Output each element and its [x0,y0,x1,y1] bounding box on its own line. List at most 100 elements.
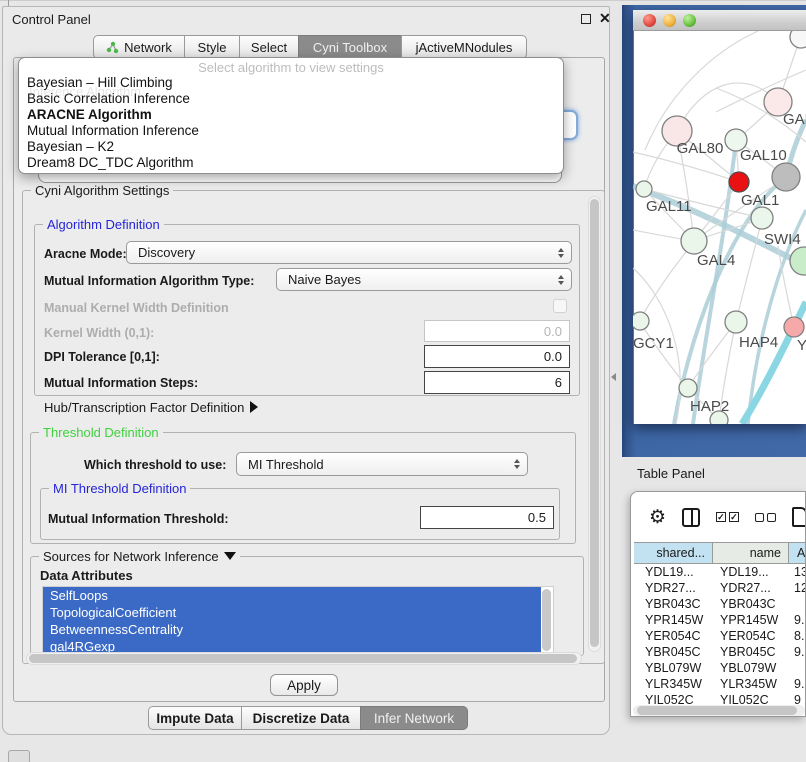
table-cell: YPR145W [634,612,713,628]
table-row[interactable]: YBR043CYBR043C [634,596,806,612]
table-row[interactable]: YBR045CYBR045C9. [634,644,806,660]
data-attributes-list[interactable]: SelfLoopsTopologicalCoefficientBetweenne… [42,586,554,654]
mi-steps-field[interactable]: 6 [424,371,570,394]
mi-type-select[interactable]: Naive Bayes [276,268,572,291]
table-cell: YBL079W [634,660,713,676]
mi-threshold-field[interactable]: 0.5 [420,506,554,529]
algorithm-definition-title: Algorithm Definition [43,217,164,232]
apply-button[interactable]: Apply [270,674,338,696]
tab-label: jActiveMNodules [416,40,513,55]
table-row[interactable]: YBL079WYBL079W [634,660,806,676]
network-node-GAL1[interactable] [751,207,773,229]
dpi-tolerance-label: DPI Tolerance [0,1]: [44,350,160,364]
tab-network[interactable]: Network [93,35,185,59]
table-row[interactable]: YDL19...YDL19...13 [634,564,806,580]
stepper-arrows-icon [558,248,564,258]
tab-label: Discretize Data [253,711,350,726]
apply-label: Apply [287,678,321,693]
table-row[interactable]: YIL052CYIL052C9 [634,692,806,704]
document-icon[interactable] [792,507,806,527]
table-cell: YER054C [634,628,713,644]
algorithm-option[interactable]: ARACNE Algorithm [19,107,563,123]
repaint-ghost-text: Inference Algorithm [29,84,141,99]
mac-minimize-button[interactable] [663,14,676,27]
column-header-shared-name[interactable]: shared... [634,543,713,563]
checked-boxes-icon[interactable]: ✓✓ [716,512,739,522]
node-label: GCY1 [633,335,674,352]
tab-label: Impute Data [156,711,233,726]
mac-close-button[interactable] [643,14,656,27]
kernel-width-field[interactable]: 0.0 [424,320,570,342]
aracne-mode-select[interactable]: Discovery [126,241,572,264]
hub-definition-header[interactable]: Hub/Transcription Factor Definition [44,400,258,415]
table-cell: 9. [789,612,806,628]
settings-vertical-scrollbar[interactable] [588,196,601,652]
table-panel-window: ⚙ ✓✓ shared... name A YDL19...YDL19...13… [630,491,806,717]
settings-horizontal-scrollbar[interactable] [26,652,582,665]
column-header-partial[interactable]: A [789,543,806,563]
hub-definition-label: Hub/Transcription Factor Definition [44,400,244,415]
table-row[interactable]: YDR27...YDR27...12 [634,580,806,596]
table-cell: 12 [789,580,806,596]
attribute-item[interactable]: SelfLoops [43,587,541,604]
columns-icon[interactable] [682,508,700,527]
network-edge [716,70,806,112]
network-node[interactable] [772,163,800,191]
table-row[interactable]: YER054CYER054C8. [634,628,806,644]
tab-cyni-toolbox[interactable]: Cyni Toolbox [298,35,402,59]
node-label: Y [797,337,806,354]
manual-kernel-checkbox[interactable] [553,299,567,313]
network-node-HAP2[interactable] [679,379,697,397]
table-horizontal-scrollbar[interactable] [633,705,805,716]
network-node[interactable] [790,31,806,48]
mac-zoom-button[interactable] [683,14,696,27]
algorithm-option[interactable]: Bayesian – K2 [19,139,563,155]
algorithm-option[interactable]: Dream8 DC_TDC Algorithm [19,155,563,171]
data-attributes-label: Data Attributes [40,568,133,583]
which-threshold-select[interactable]: MI Threshold [236,452,528,476]
horizontal-scrollbar-thumb[interactable] [29,654,577,663]
gear-icon[interactable]: ⚙ [649,506,666,529]
network-node-HAP4[interactable] [725,311,747,333]
table-row[interactable]: YLR345WYLR345W9. [634,676,806,692]
aracne-mode-value: Discovery [127,245,195,260]
tab-style[interactable]: Style [184,35,240,59]
tab-jactivemnodules[interactable]: jActiveMNodules [401,35,527,59]
tab-infer-network[interactable]: Infer Network [360,706,468,730]
kernel-width-label: Kernel Width (0,1): [44,326,154,340]
table-scrollbar-thumb[interactable] [637,706,797,715]
panel-divider-handle[interactable] [611,373,616,381]
close-icon[interactable]: ✕ [599,10,611,27]
network-node-SWI4[interactable] [790,247,806,275]
list-scrollbar-thumb[interactable] [542,589,551,651]
vertical-scrollbar-thumb[interactable] [590,199,599,647]
sources-group-header[interactable]: Sources for Network Inference [39,549,240,564]
tab-impute-data[interactable]: Impute Data [148,706,242,730]
float-window-icon[interactable] [581,14,591,24]
mi-steps-label: Mutual Information Steps: [44,376,198,390]
table-cell: 9. [789,644,806,660]
attribute-item[interactable]: BetweennessCentrality [43,621,541,638]
network-node-Y[interactable] [784,317,804,337]
column-header-name[interactable]: name [713,543,789,563]
node-label: GAL10 [740,147,787,164]
attribute-item[interactable]: TopologicalCoefficient [43,604,541,621]
screen: Control Panel ✕ Network Style Select Cyn… [0,0,806,762]
bottom-left-button[interactable] [8,750,30,762]
table-row[interactable]: YPR145WYPR145W9. [634,612,806,628]
network-window-titlebar[interactable] [633,10,806,31]
network-node-GCY1[interactable] [633,312,649,330]
mi-threshold-group-title: MI Threshold Definition [49,481,190,496]
tab-discretize-data[interactable]: Discretize Data [241,706,361,730]
network-node[interactable] [710,411,728,424]
dpi-tolerance-field[interactable]: 0.0 [424,345,570,368]
network-canvas[interactable]: GALGAL80GAL10GAL11GAL1SWI4GAL4GCY1HAP4YH… [633,31,806,424]
node-label: HAP4 [739,334,778,351]
threshold-definition-title: Threshold Definition [39,425,163,440]
tab-select[interactable]: Select [239,35,299,59]
network-node[interactable] [729,172,749,192]
network-node-GAL4[interactable] [681,228,707,254]
unchecked-boxes-icon[interactable] [755,513,776,522]
algorithm-option[interactable]: Mutual Information Inference [19,123,563,139]
network-node-GAL11[interactable] [636,181,652,197]
